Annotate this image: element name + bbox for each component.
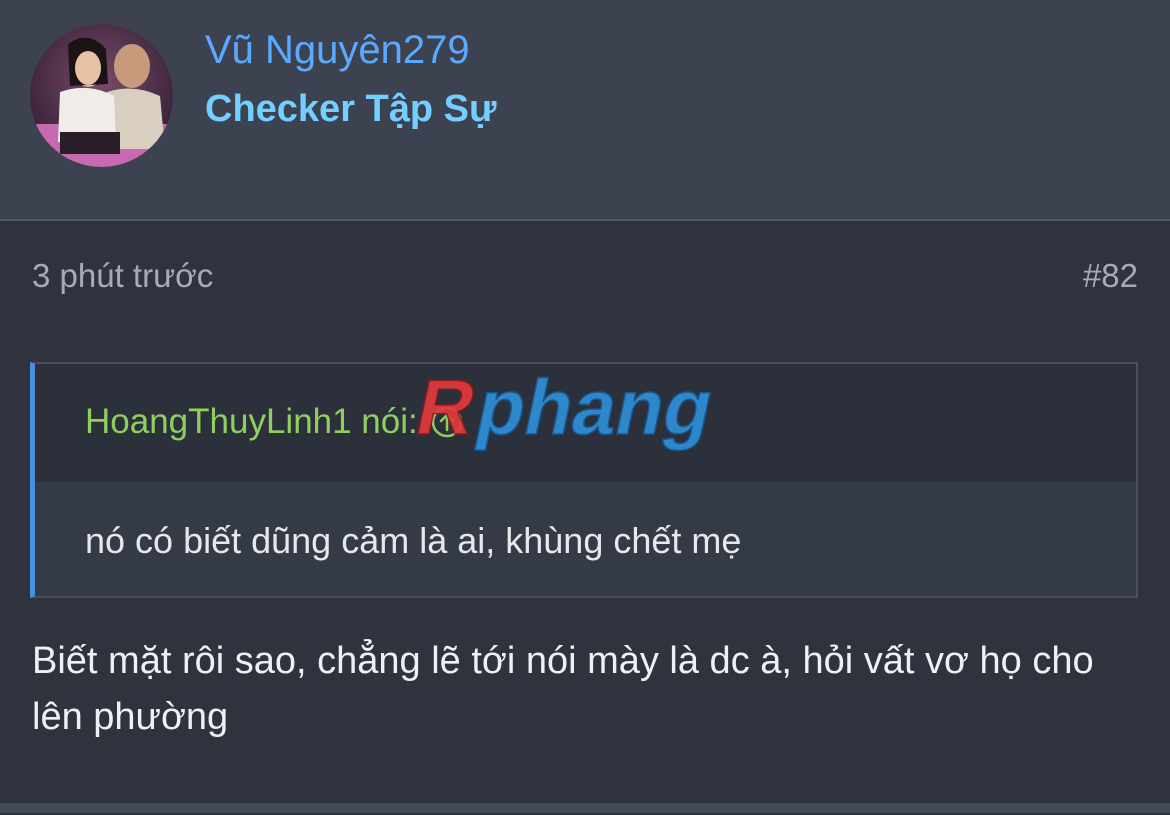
- quote-block: HoangThuyLinh1 nói: nó có biết dũng cảm …: [30, 362, 1138, 598]
- avatar-image: [30, 24, 173, 167]
- arrow-up-circle-icon[interactable]: [430, 405, 464, 439]
- quote-header: HoangThuyLinh1 nói:: [35, 364, 1136, 482]
- username[interactable]: Vũ Nguyên279: [205, 28, 470, 73]
- post-number-link[interactable]: #82: [1083, 257, 1138, 295]
- post: 3 phút trước #82 HoangThuyLinh1 nói: nó …: [0, 221, 1170, 813]
- user-rank-title: Checker Tập Sự: [205, 88, 497, 130]
- user-header: Vũ Nguyên279 Checker Tập Sự: [0, 0, 1170, 221]
- post-body-text: Biết mặt rôi sao, chẳng lẽ tới nói mày l…: [32, 640, 1094, 738]
- quote-text: nó có biết dũng cảm là ai, khùng chết mẹ: [85, 520, 742, 561]
- quote-author-link[interactable]: HoangThuyLinh1 nói:: [85, 402, 464, 442]
- post-timestamp: 3 phút trước: [32, 257, 214, 294]
- quote-author-label: HoangThuyLinh1 nói:: [85, 402, 418, 441]
- avatar[interactable]: [30, 24, 173, 167]
